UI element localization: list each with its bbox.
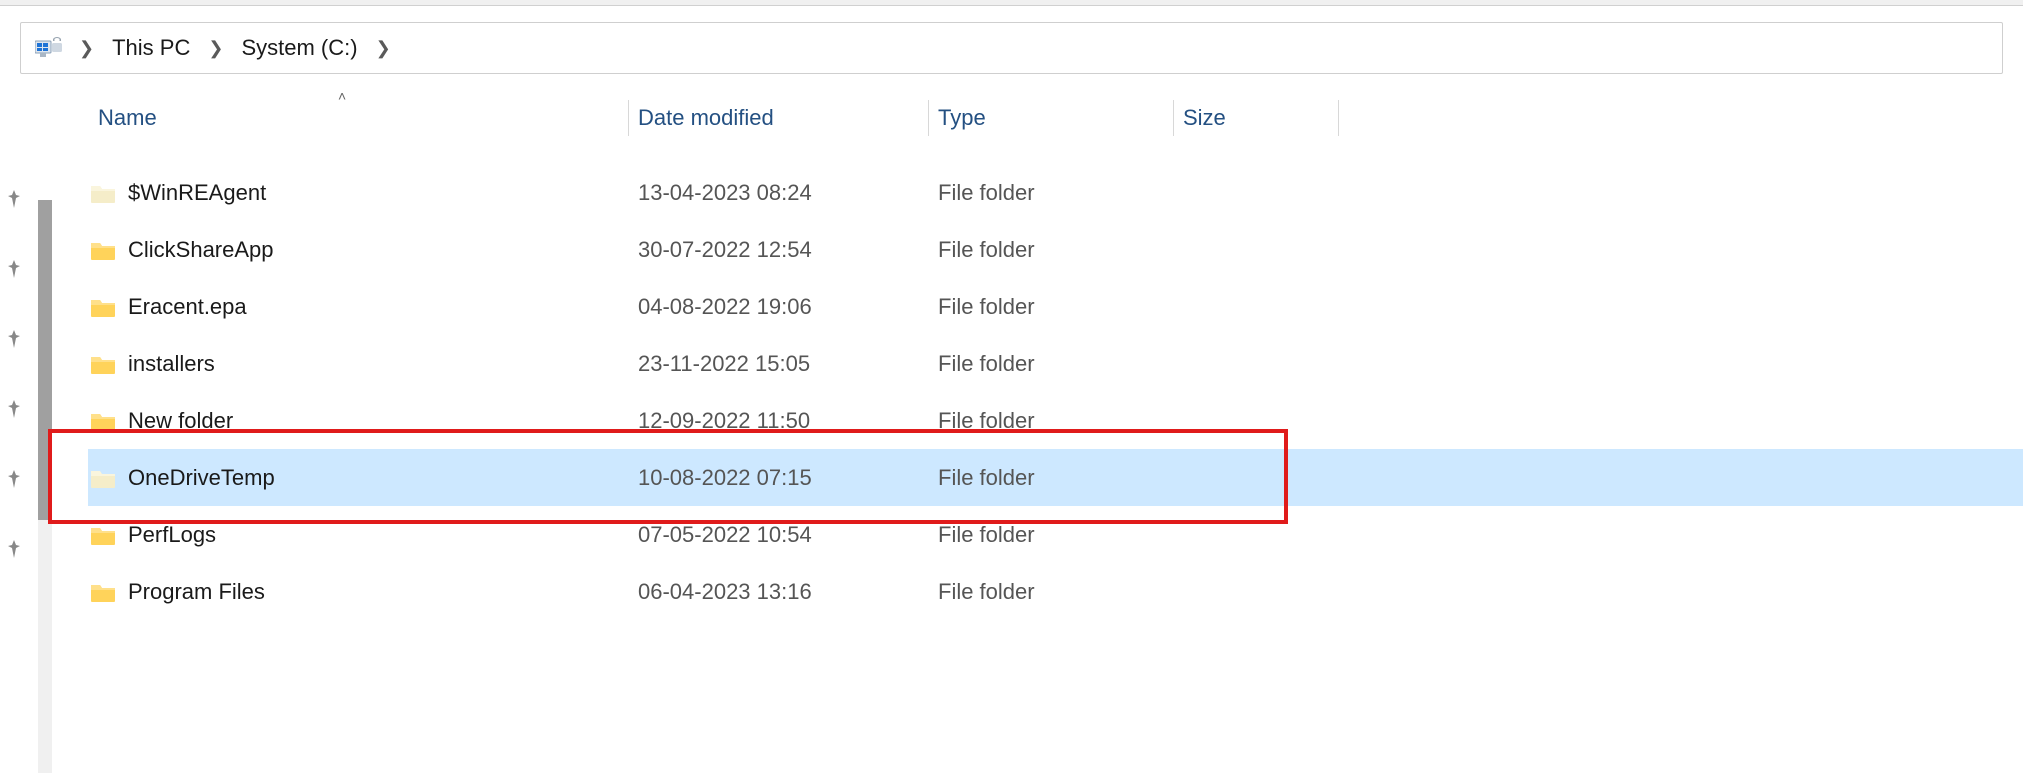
breadcrumb-system-c[interactable]: System (C:) bbox=[235, 33, 363, 63]
pin-icon bbox=[8, 330, 20, 348]
table-row[interactable]: Eracent.epa 04-08-2022 19:06File folder bbox=[88, 278, 2023, 335]
folder-icon bbox=[90, 182, 116, 204]
cell-name: ClickShareApp bbox=[88, 237, 628, 263]
cell-name: OneDriveTemp bbox=[88, 465, 628, 491]
cell-date: 10-08-2022 07:15 bbox=[628, 465, 928, 491]
table-row[interactable]: $WinREAgent 13-04-2023 08:24File folder bbox=[88, 164, 2023, 221]
column-name[interactable]: Name ˄ bbox=[88, 90, 628, 146]
column-size[interactable]: Size bbox=[1173, 90, 1338, 146]
cell-name: PerfLogs bbox=[88, 522, 628, 548]
pin-icon bbox=[8, 470, 20, 488]
folder-icon bbox=[90, 239, 116, 261]
column-spacer bbox=[1338, 90, 2023, 146]
file-name: PerfLogs bbox=[128, 522, 216, 548]
folder-icon bbox=[90, 296, 116, 318]
file-name: installers bbox=[128, 351, 215, 377]
nav-pane-pins bbox=[0, 90, 20, 773]
cell-date: 06-04-2023 13:16 bbox=[628, 579, 928, 605]
scrollbar-track[interactable] bbox=[38, 200, 52, 773]
folder-icon bbox=[90, 524, 116, 546]
file-name: New folder bbox=[128, 408, 233, 434]
chevron-right-icon[interactable]: ❯ bbox=[204, 38, 227, 59]
file-name: ClickShareApp bbox=[128, 237, 274, 263]
cell-name: New folder bbox=[88, 408, 628, 434]
pin-icon bbox=[8, 260, 20, 278]
chevron-right-icon[interactable]: ❯ bbox=[75, 38, 98, 59]
cell-name: Program Files bbox=[88, 579, 628, 605]
address-bar-container: ❯ This PC ❯ System (C:) ❯ bbox=[0, 6, 2023, 90]
folder-icon bbox=[90, 353, 116, 375]
cell-type: File folder bbox=[928, 294, 1173, 320]
scrollbar-thumb[interactable] bbox=[38, 200, 52, 520]
cell-type: File folder bbox=[928, 237, 1173, 263]
column-type[interactable]: Type bbox=[928, 90, 1173, 146]
folder-icon bbox=[90, 581, 116, 603]
table-row[interactable]: New folder 12-09-2022 11:50File folder bbox=[88, 392, 2023, 449]
folder-icon bbox=[90, 467, 116, 489]
cell-date: 07-05-2022 10:54 bbox=[628, 522, 928, 548]
file-list: Name ˄ Date modified Type Size $WinREAge… bbox=[58, 90, 2023, 773]
table-row[interactable]: installers 23-11-2022 15:05File folder bbox=[88, 335, 2023, 392]
main-area: Name ˄ Date modified Type Size $WinREAge… bbox=[0, 90, 2023, 773]
cell-date: 04-08-2022 19:06 bbox=[628, 294, 928, 320]
cell-name: installers bbox=[88, 351, 628, 377]
cell-type: File folder bbox=[928, 465, 1173, 491]
table-row[interactable]: ClickShareApp 30-07-2022 12:54File folder bbox=[88, 221, 2023, 278]
sort-indicator-icon: ˄ bbox=[338, 88, 346, 104]
column-headers: Name ˄ Date modified Type Size bbox=[58, 90, 2023, 146]
column-date-label: Date modified bbox=[638, 105, 774, 131]
monitor-icon bbox=[35, 37, 63, 59]
cell-date: 13-04-2023 08:24 bbox=[628, 180, 928, 206]
breadcrumb-this-pc[interactable]: This PC bbox=[106, 33, 196, 63]
table-row[interactable]: PerfLogs 07-05-2022 10:54File folder bbox=[88, 506, 2023, 563]
table-row[interactable]: OneDriveTemp 10-08-2022 07:15File folder bbox=[88, 449, 2023, 506]
cell-type: File folder bbox=[928, 408, 1173, 434]
cell-type: File folder bbox=[928, 351, 1173, 377]
column-size-label: Size bbox=[1183, 105, 1226, 131]
file-name: $WinREAgent bbox=[128, 180, 266, 206]
cell-date: 23-11-2022 15:05 bbox=[628, 351, 928, 377]
cell-type: File folder bbox=[928, 180, 1173, 206]
folder-icon bbox=[90, 410, 116, 432]
cell-name: $WinREAgent bbox=[88, 180, 628, 206]
pin-icon bbox=[8, 400, 20, 418]
file-name: OneDriveTemp bbox=[128, 465, 275, 491]
pin-icon bbox=[8, 190, 20, 208]
cell-type: File folder bbox=[928, 522, 1173, 548]
cell-date: 30-07-2022 12:54 bbox=[628, 237, 928, 263]
column-type-label: Type bbox=[938, 105, 986, 131]
cell-type: File folder bbox=[928, 579, 1173, 605]
nav-scrollbar[interactable] bbox=[20, 90, 58, 773]
file-name: Eracent.epa bbox=[128, 294, 247, 320]
cell-date: 12-09-2022 11:50 bbox=[628, 408, 928, 434]
table-row[interactable]: Program Files 06-04-2023 13:16File folder bbox=[88, 563, 2023, 620]
column-name-label: Name bbox=[98, 105, 157, 131]
chevron-right-icon[interactable]: ❯ bbox=[372, 38, 395, 59]
cell-name: Eracent.epa bbox=[88, 294, 628, 320]
file-name: Program Files bbox=[128, 579, 265, 605]
pin-icon bbox=[8, 540, 20, 558]
column-date[interactable]: Date modified bbox=[628, 90, 928, 146]
rows-container: $WinREAgent13-04-2023 08:24File folderCl… bbox=[58, 164, 2023, 620]
address-bar[interactable]: ❯ This PC ❯ System (C:) ❯ bbox=[20, 22, 2003, 74]
